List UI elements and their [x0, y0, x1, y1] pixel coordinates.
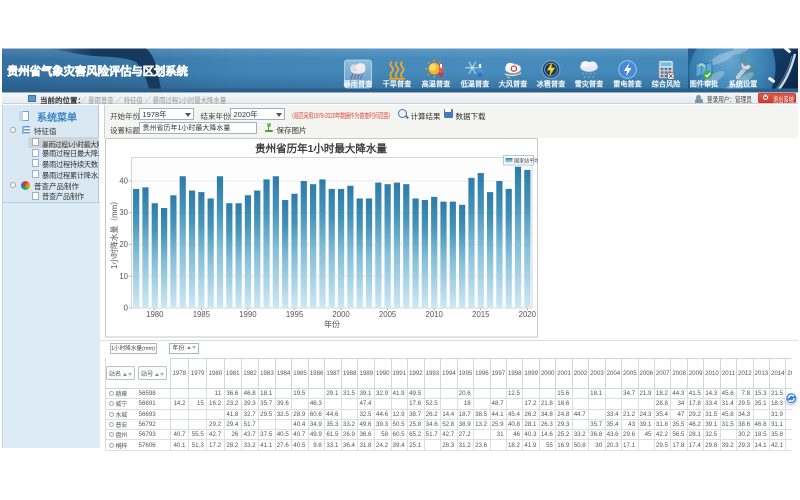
svg-text:1985: 1985	[192, 310, 210, 319]
svg-text:冰雹普查: 冰雹普查	[537, 80, 566, 89]
svg-text:图件审批: 图件审批	[690, 80, 719, 89]
svg-text:大风普查: 大风普查	[499, 80, 528, 89]
svg-text:2020: 2020	[518, 310, 536, 319]
svg-text:雷电普查: 雷电普查	[613, 80, 642, 89]
svg-text:0: 0	[123, 304, 128, 313]
svg-text:2015: 2015	[472, 310, 490, 319]
svg-text:2000: 2000	[332, 310, 350, 319]
svg-text:干旱普查: 干旱普查	[383, 80, 412, 89]
svg-text:1小时降水量（mm）: 1小时降水量（mm）	[109, 197, 119, 269]
svg-text:40: 40	[119, 177, 128, 186]
svg-text:20: 20	[119, 240, 128, 249]
svg-text:10: 10	[119, 272, 128, 281]
svg-text:系统设置: 系统设置	[729, 80, 758, 89]
svg-text:30: 30	[119, 208, 128, 217]
svg-text:*: *	[594, 73, 596, 79]
svg-text:高温普查: 高温普查	[422, 80, 451, 89]
svg-text:暴雨普查: 暴雨普查	[344, 80, 373, 89]
svg-text:年份: 年份	[324, 319, 340, 329]
svg-text:1980: 1980	[146, 310, 164, 319]
svg-text:1990: 1990	[239, 310, 257, 319]
svg-text:低温普查: 低温普查	[461, 80, 490, 89]
svg-text:雪灾普查: 雪灾普查	[575, 80, 604, 89]
svg-text:2010: 2010	[425, 310, 443, 319]
svg-text:综合风险: 综合风险	[652, 80, 682, 89]
svg-text:2005: 2005	[378, 310, 396, 319]
svg-text:1995: 1995	[285, 310, 303, 319]
svg-text:贵州省历年1小时最大降水量: 贵州省历年1小时最大降水量	[255, 142, 387, 155]
svg-text:国家站平均: 国家站平均	[514, 156, 538, 164]
